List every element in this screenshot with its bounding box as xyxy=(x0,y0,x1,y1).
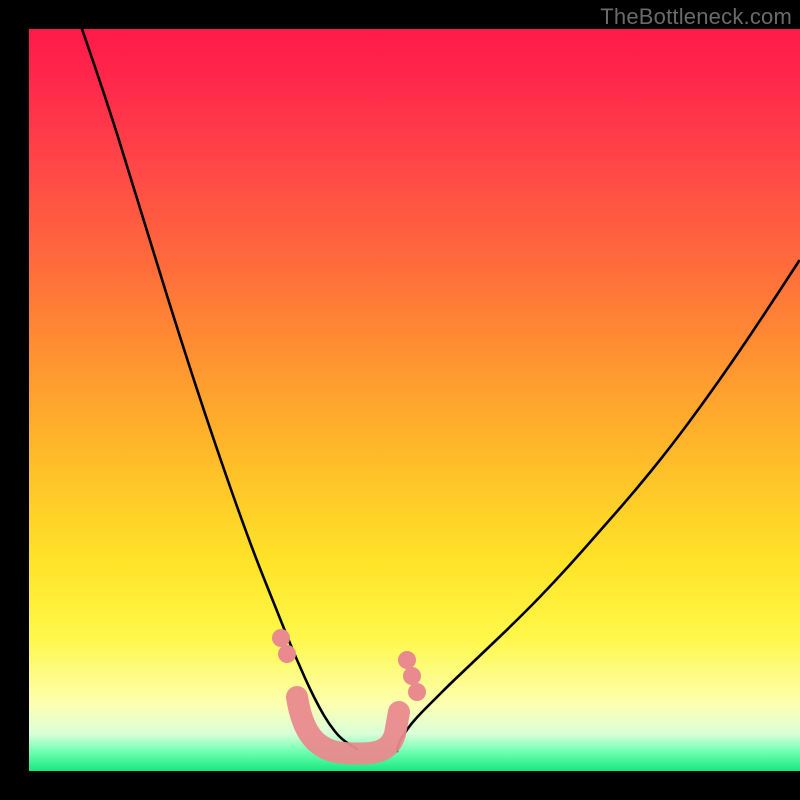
curve-group xyxy=(82,29,799,751)
chart-frame xyxy=(29,0,800,771)
data-marker xyxy=(403,667,421,685)
data-marker xyxy=(398,651,416,669)
data-marker xyxy=(278,645,296,663)
curve-layer xyxy=(29,29,800,771)
valley-marker-band xyxy=(297,697,399,754)
right-curve xyxy=(397,261,799,751)
marker-group xyxy=(272,629,426,754)
left-curve xyxy=(82,29,357,749)
watermark: TheBottleneck.com xyxy=(600,4,792,30)
plot-area xyxy=(29,29,800,771)
data-marker xyxy=(272,629,290,647)
data-marker xyxy=(408,683,426,701)
